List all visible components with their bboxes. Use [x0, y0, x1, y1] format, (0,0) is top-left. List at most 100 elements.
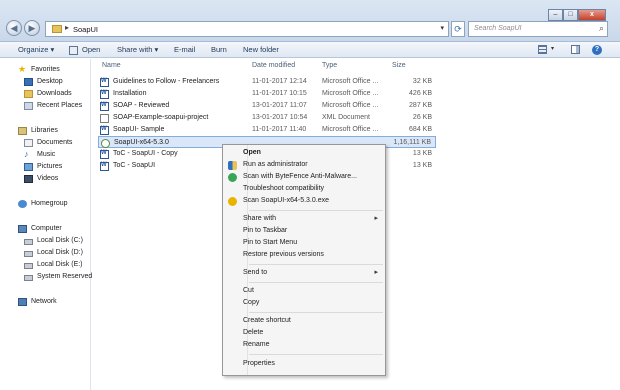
computer-icon [18, 225, 27, 233]
address-dropdown-icon[interactable]: ▾ [440, 24, 444, 32]
nav-computer-label: Computer [31, 225, 62, 232]
file-type: Microsoft Office ... [322, 90, 379, 97]
file-row[interactable]: SoapUI- Sample 11-01-2017 11:40 Microsof… [98, 124, 436, 136]
email-button[interactable]: E-mail [174, 45, 195, 54]
menu-separator [249, 312, 383, 313]
videos-icon [24, 175, 33, 183]
file-row[interactable]: Guidelines to Follow - Freelancers 11-01… [98, 76, 436, 88]
column-header-type[interactable]: Type [322, 62, 337, 69]
menu-item-run-as-administrator[interactable]: Run as administrator [225, 160, 383, 171]
menu-item-scan-exe[interactable]: Scan SoapUI-x64-5.3.0.exe [225, 196, 383, 207]
file-row[interactable]: SOAP-Example-soapui-project 13-01-2017 1… [98, 112, 436, 124]
share-with-button[interactable]: Share with ▾ [117, 45, 158, 54]
file-size: 26 KB [412, 114, 432, 121]
menu-separator [249, 282, 383, 283]
menu-item-label: Delete [243, 329, 264, 336]
file-date: 11-01-2017 12:14 [252, 78, 307, 85]
back-button[interactable]: ◀ [6, 20, 22, 36]
nav-local-disk-c-label: Local Disk (C:) [37, 237, 83, 244]
documents-icon [24, 139, 33, 147]
nav-local-disk-d-label: Local Disk (D:) [37, 249, 83, 256]
organize-button[interactable]: Organize ▾ [18, 45, 54, 54]
star-icon: ★ [18, 64, 27, 74]
menu-item-label: Copy [243, 299, 260, 306]
file-name: SOAP - Reviewed [113, 102, 170, 109]
bytefence-icon [228, 173, 237, 182]
nav-downloads-label: Downloads [37, 90, 72, 97]
menu-item-pin-taskbar[interactable]: Pin to Taskbar [225, 226, 383, 237]
menu-item-label: Rename [243, 341, 270, 348]
views-icon[interactable] [538, 45, 547, 54]
menu-item-label: Scan with ByteFence Anti-Malware... [243, 173, 357, 180]
menu-item-create-shortcut[interactable]: Create shortcut [225, 316, 383, 327]
drive-icon [24, 251, 33, 257]
file-size: 32 KB [412, 78, 432, 85]
menu-item-open[interactable]: Open [225, 148, 383, 159]
antivirus-icon [228, 197, 237, 206]
open-button[interactable]: Open [82, 45, 100, 54]
refresh-button[interactable]: ⟳ [451, 21, 465, 37]
nav-pictures-label: Pictures [37, 163, 63, 170]
file-row[interactable]: Installation 11-01-2017 10:15 Microsoft … [98, 88, 436, 100]
menu-separator [249, 354, 383, 355]
search-icon[interactable]: ⌕ [599, 23, 604, 34]
close-button[interactable]: x [578, 9, 606, 21]
address-bar[interactable]: ▸ SoapUI ▾ [45, 21, 449, 37]
menu-item-label: Properties [243, 360, 275, 367]
menu-item-restore-versions[interactable]: Restore previous versions [225, 250, 383, 261]
maximize-button[interactable]: □ [563, 9, 578, 21]
drive-icon [24, 275, 33, 281]
minimize-button[interactable]: – [548, 9, 563, 21]
menu-item-delete[interactable]: Delete [225, 328, 383, 339]
network-icon [18, 298, 27, 306]
nav-system-reserved-label: System Reserved [37, 273, 93, 280]
word-icon [100, 90, 109, 99]
menu-item-label: Scan SoapUI-x64-5.3.0.exe [243, 197, 329, 204]
file-size: 13 KB [412, 150, 432, 157]
menu-item-label: Cut [243, 287, 254, 294]
nav-favorites-label: Favorites [31, 66, 60, 73]
menu-item-send-to[interactable]: Send to ▸ [225, 268, 383, 279]
menu-item-label: Send to [243, 269, 268, 276]
menu-separator [249, 210, 383, 211]
shield-icon [228, 161, 237, 170]
address-path[interactable]: SoapUI [73, 25, 98, 34]
menu-item-cut[interactable]: Cut [225, 286, 383, 297]
burn-button[interactable]: Burn [211, 45, 227, 54]
folder-icon [52, 25, 62, 33]
menu-item-properties[interactable]: Properties [225, 359, 383, 370]
word-icon [100, 162, 109, 171]
menu-item-scan-bytefence[interactable]: Scan with ByteFence Anti-Malware... [225, 172, 383, 183]
menu-item-share-with[interactable]: Share with ▸ [225, 214, 383, 225]
column-header-name[interactable]: Name [102, 62, 121, 69]
navigation-pane: ★ Favorites Desktop Downloads Recent Pla… [0, 59, 93, 390]
menu-item-pin-start[interactable]: Pin to Start Menu [225, 238, 383, 249]
file-type: Microsoft Office ... [322, 126, 379, 133]
column-header-date-modified[interactable]: Date modified [252, 62, 295, 69]
help-icon[interactable]: ? [592, 45, 602, 55]
column-header-size[interactable]: Size [392, 62, 406, 69]
title-bar: ◀ ▶ ▸ SoapUI ▾ ⟳ Search SoapUI ⌕ – □ x [0, 0, 620, 42]
search-input[interactable]: Search SoapUI ⌕ [468, 21, 608, 37]
file-type: Microsoft Office ... [322, 102, 379, 109]
menu-item-troubleshoot[interactable]: Troubleshoot compatibility [225, 184, 383, 195]
submenu-arrow-icon: ▸ [374, 215, 378, 222]
file-size: 426 KB [409, 90, 432, 97]
drive-icon [24, 239, 33, 245]
recent-places-icon [24, 102, 33, 110]
forward-button[interactable]: ▶ [24, 20, 40, 36]
nav-desktop-label: Desktop [37, 78, 63, 85]
command-toolbar: Organize ▾ Open Share with ▾ E-mail Burn… [0, 42, 620, 58]
submenu-arrow-icon: ▸ [374, 269, 378, 276]
menu-item-rename[interactable]: Rename [225, 340, 383, 351]
preview-pane-icon[interactable] [571, 45, 580, 54]
breadcrumb-separator-icon: ▸ [65, 23, 70, 32]
menu-item-label: Pin to Taskbar [243, 227, 288, 234]
file-row[interactable]: SOAP - Reviewed 13-01-2017 11:07 Microso… [98, 100, 436, 112]
file-name: SOAP-Example-soapui-project [113, 114, 209, 121]
new-folder-button[interactable]: New folder [243, 45, 279, 54]
menu-item-copy[interactable]: Copy [225, 298, 383, 309]
views-dropdown-icon[interactable]: ▾ [551, 45, 554, 52]
nav-homegroup-label: Homegroup [31, 200, 68, 207]
file-name: Guidelines to Follow - Freelancers [113, 78, 220, 85]
